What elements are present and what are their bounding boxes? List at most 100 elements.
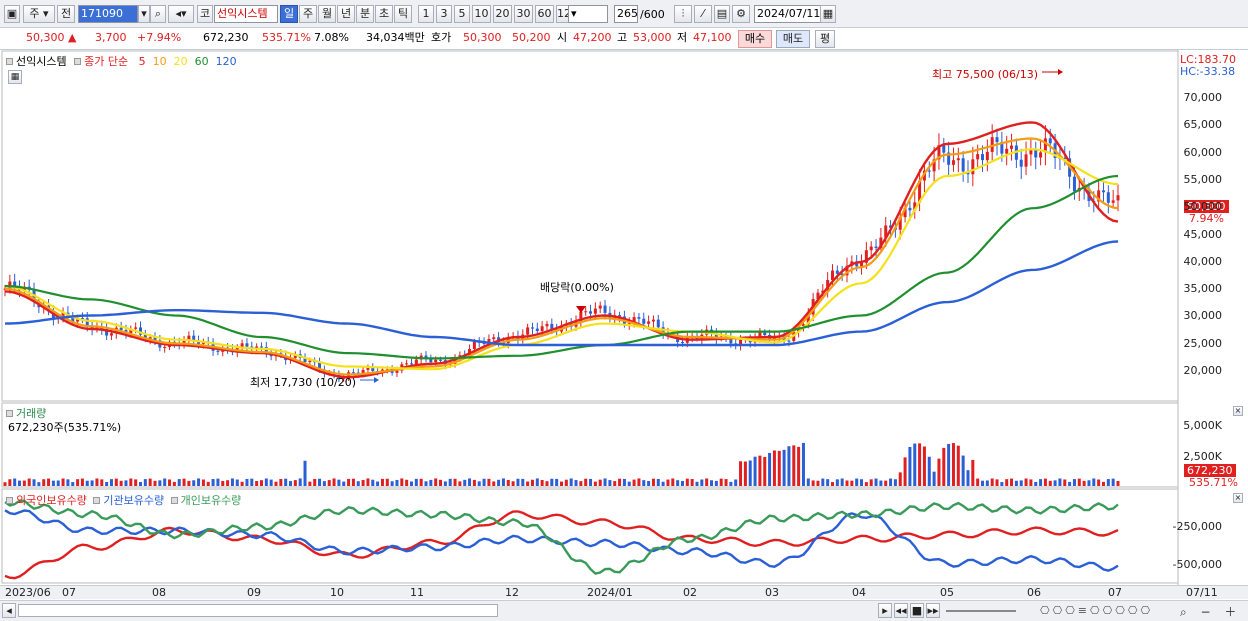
interval-button-10[interactable]: 10	[472, 5, 491, 23]
chevron-down-icon[interactable]: ▾	[138, 5, 150, 23]
legend-square-icon	[74, 58, 82, 65]
tab-period-2[interactable]: 월	[318, 5, 336, 23]
tab-period-3[interactable]: 년	[337, 5, 355, 23]
volume-bar	[13, 478, 17, 486]
average-button[interactable]: 평	[815, 30, 835, 48]
holding-line	[4, 499, 1119, 575]
legend-square-icon	[6, 410, 13, 417]
candle-body	[530, 327, 534, 329]
x-tick: 11	[410, 586, 424, 599]
stop-icon[interactable]: ■	[910, 603, 924, 618]
x-tick: 2023/06	[5, 586, 51, 599]
volume-bar	[47, 478, 51, 486]
scroll-right-icon[interactable]: ▸	[878, 603, 892, 618]
volume-bar	[550, 478, 554, 486]
calendar-icon[interactable]: ▦	[820, 5, 836, 23]
candle-body	[680, 342, 684, 344]
volume-bar	[100, 479, 104, 486]
x-tick: 07/11	[1186, 586, 1218, 599]
volume-bar	[429, 479, 433, 486]
price-tick: 55,000	[1183, 172, 1223, 186]
ma-legend-item: 20	[173, 55, 188, 68]
buy-button[interactable]: 매수	[738, 30, 772, 48]
volume-bar	[613, 481, 617, 486]
interval-button-5[interactable]: 5	[454, 5, 470, 23]
draw-icon[interactable]: ⁄	[694, 5, 712, 23]
volume-bar	[758, 455, 762, 486]
scroll-thumb[interactable]	[18, 604, 498, 617]
volume-bar	[632, 479, 636, 486]
scroll-left-icon[interactable]: ◂	[2, 603, 16, 618]
volume-bar	[264, 478, 268, 486]
tool-icons[interactable]: ⎔⎔⎔≡⎔⎔⎔⎔⎔	[1040, 604, 1153, 617]
tab-period-5[interactable]: 초	[375, 5, 393, 23]
interval-button-1[interactable]: 1	[418, 5, 434, 23]
legend-square-icon	[170, 497, 178, 504]
price-tick: 35,000	[1183, 282, 1223, 296]
volume-bar	[893, 479, 897, 486]
candle-body	[429, 359, 433, 363]
volume-bar	[216, 478, 220, 486]
tab-period-4[interactable]: 분	[356, 5, 374, 23]
window-icon[interactable]: ▣	[4, 5, 20, 23]
volume-bar	[603, 478, 607, 486]
volume-bar	[555, 478, 559, 486]
save-icon[interactable]: ▤	[714, 5, 730, 23]
volume-bar	[922, 446, 926, 486]
close-icon[interactable]: ×	[1233, 493, 1243, 503]
volume-bar	[685, 478, 689, 486]
count-input[interactable]: 265	[614, 5, 638, 23]
close-icon[interactable]: ×	[1233, 406, 1243, 416]
volume-bar	[821, 478, 825, 486]
volume-bar	[235, 479, 239, 486]
tab-period-6[interactable]: 틱	[394, 5, 412, 23]
candle-body	[259, 346, 263, 348]
speaker-icon[interactable]: ◂▾	[168, 5, 194, 23]
zoom-slider[interactable]	[946, 610, 1016, 612]
rewind-icon[interactable]: ◂◂	[894, 603, 908, 618]
candle-body	[835, 270, 839, 274]
interval-button-30[interactable]: 30	[514, 5, 533, 23]
volume-bar	[439, 479, 443, 486]
candle-body	[1116, 195, 1120, 201]
candle-icon[interactable]: ⫶	[674, 5, 692, 23]
x-tick: 10	[330, 586, 344, 599]
tab-period-1[interactable]: 주	[299, 5, 317, 23]
candle-body	[409, 363, 413, 365]
volume-ratio: 535.71%	[262, 31, 311, 44]
volume-bar	[1000, 482, 1004, 486]
volume-bar	[85, 480, 89, 486]
volume-bar	[569, 478, 573, 486]
volume-bar	[710, 480, 714, 486]
period-dropdown[interactable]: 주 ▾	[23, 5, 55, 23]
date-input[interactable]: 2024/07/11	[754, 5, 822, 23]
prev-button[interactable]: 전	[57, 5, 75, 23]
volume-bar	[666, 479, 670, 486]
x-tick: 08	[152, 586, 166, 599]
volume-bar	[376, 481, 380, 486]
interval-button-60[interactable]: 60	[535, 5, 554, 23]
interval-button-3[interactable]: 3	[436, 5, 452, 23]
search-icon[interactable]: ⌕	[150, 5, 166, 23]
volume-bar	[18, 480, 22, 486]
volume-bar	[76, 479, 80, 486]
forward-icon[interactable]: ▸▸	[926, 603, 940, 618]
gear-icon[interactable]: ⚙	[732, 5, 750, 23]
volume-bar	[255, 481, 259, 486]
interval-custom-input[interactable]: ▾	[568, 5, 608, 23]
candle-body	[942, 145, 946, 153]
grid-icon[interactable]: ▦	[8, 70, 22, 84]
volume-bar	[801, 442, 805, 486]
volume-bar	[671, 478, 675, 486]
candle-body	[927, 170, 931, 172]
volume-bar	[351, 478, 355, 486]
sell-button[interactable]: 매도	[776, 30, 810, 48]
interval-button-20[interactable]: 20	[493, 5, 512, 23]
holding-tick-250k: -250,000	[1172, 520, 1222, 533]
volume-bar	[27, 478, 31, 486]
zoom-icons[interactable]: ⌕ − ＋	[1180, 603, 1241, 620]
low-price: 47,100	[693, 31, 732, 44]
volume-bar	[269, 479, 273, 486]
tab-period-0[interactable]: 일	[280, 5, 298, 23]
stock-code-input[interactable]: 171090	[78, 5, 138, 23]
